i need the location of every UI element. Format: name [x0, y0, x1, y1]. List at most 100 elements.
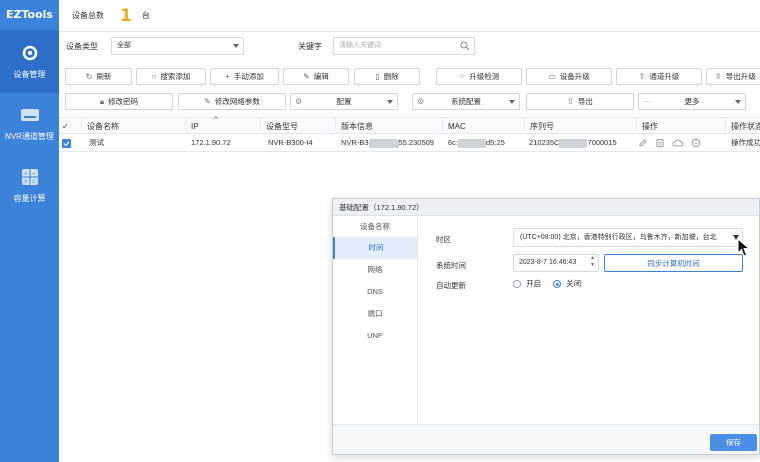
device-upgrade-button[interactable]: ▭ 设备升级 [526, 68, 612, 85]
nav-unp[interactable]: UNP [333, 325, 417, 347]
upgrade-check-icon: ⁘ [458, 72, 466, 81]
pencil-icon: ✎ [303, 72, 310, 81]
trash-icon: ▯ [375, 72, 380, 81]
dialog-footer: 保存 [333, 424, 759, 454]
change-network-button[interactable]: ✎ 修改网络参数 [178, 93, 286, 110]
row-checkbox[interactable] [62, 139, 71, 148]
edit-icon[interactable] [638, 138, 648, 148]
col-operation: 操作 [636, 118, 725, 135]
edit-button[interactable]: ✎ 编辑 [283, 68, 349, 85]
upload-icon: ⇧ [567, 97, 574, 106]
timezone-label: 时区 [436, 235, 451, 244]
col-device-name[interactable]: 设备名称 [81, 118, 185, 135]
sync-computer-time-button[interactable]: 同步计算机时间 [604, 254, 743, 272]
select-all-column[interactable]: ✓ [59, 118, 81, 135]
system-config-dropdown[interactable]: ⚙︎ 系统配置 [412, 93, 520, 110]
ip-cell: 172.1.90.72 [191, 138, 231, 147]
sort-up-icon[interactable]: ^ [214, 115, 218, 124]
device-total-unit: 台 [141, 11, 150, 20]
nvr-icon [20, 105, 40, 125]
redacted-mask [368, 138, 399, 148]
config-dropdown[interactable]: ⚙︎ 配置 [290, 93, 398, 110]
table-header: ✓ 设备名称 IP ^ 设备型号 版本信息 MAC 序列号 操作 操作状态 [59, 115, 760, 135]
delete-button[interactable]: ▯ 删除 [354, 68, 420, 85]
mac-cell: 6c: d5:25 [448, 138, 505, 148]
cloud-icon[interactable] [672, 138, 684, 148]
basic-config-dialog: 基础配置（172.1.90.72） 设备名称 时间 网络 DNS 端口 UNP … [332, 198, 760, 455]
device-type-value: 全部 [117, 42, 131, 49]
timezone-value: (UTC+08:00) 北京，香港特别行政区，乌鲁木齐，新加坡，台北 [520, 234, 717, 241]
keyword-input[interactable]: 请输入关键词 [333, 37, 475, 55]
auto-update-off-radio[interactable]: 关闭 [553, 278, 581, 289]
refresh-icon: ↻ [85, 72, 93, 81]
device-total-count: 1 [120, 5, 132, 26]
col-serial[interactable]: 序列号 [524, 118, 636, 135]
operation-cell [638, 134, 718, 152]
chevron-down-icon [233, 44, 239, 48]
lock-icon: 🔒︎ [99, 96, 105, 106]
svg-text:=: = [32, 179, 36, 185]
svg-text:+: + [24, 171, 28, 177]
device-type-select[interactable]: 全部 [111, 37, 244, 55]
status-cell: 操作成功 [731, 138, 760, 147]
device-type-label: 设备类型 [66, 42, 98, 51]
manual-add-button[interactable]: + 手动添加 [210, 68, 279, 85]
search-add-button[interactable]: ○ 搜索添加 [136, 68, 206, 85]
svg-text:−: − [32, 171, 36, 177]
device-total-label: 设备总数 [72, 11, 104, 20]
model-cell: NVR-B300-I4 [268, 138, 313, 147]
sidebar-item-device-management[interactable]: 设备管理 [0, 30, 59, 93]
document-icon[interactable] [655, 138, 665, 148]
auto-update-on-radio[interactable]: 开启 [513, 278, 541, 289]
search-icon: ○ [151, 72, 157, 81]
nav-time[interactable]: 时间 [333, 237, 417, 259]
redacted-mask [458, 138, 487, 148]
sidebar-item-label: 设备管理 [13, 70, 46, 79]
sidebar-item-nvr-channel[interactable]: NVR通道管理 [0, 93, 59, 154]
more-dropdown[interactable]: ··· 更多 [638, 93, 746, 110]
col-mac[interactable]: MAC [442, 118, 524, 135]
radio-icon [513, 280, 521, 289]
channel-upgrade-button[interactable]: ⇧ 通道升级 [616, 68, 702, 85]
header: 设备总数 1 台 [59, 0, 760, 32]
save-button[interactable]: 保存 [710, 434, 757, 451]
export-button[interactable]: ⇧ 导出 [526, 93, 634, 110]
filter-bar: 设备类型 全部 关键字 请输入关键词 [59, 35, 760, 57]
nav-network[interactable]: 网络 [333, 259, 417, 281]
nav-device-name[interactable]: 设备名称 [333, 216, 417, 237]
plus-icon: + [225, 72, 230, 81]
nav-dns[interactable]: DNS [333, 281, 417, 303]
sidebar-item-capacity[interactable]: + − × = 容量计算 [0, 154, 59, 216]
chevron-down-icon [509, 100, 515, 104]
keyword-placeholder: 请输入关键词 [339, 42, 381, 49]
col-ip[interactable]: IP [185, 118, 260, 135]
app-title: EZTools [6, 8, 53, 21]
upload-icon: ⇪ [715, 72, 722, 81]
minus-circle-icon[interactable] [691, 138, 701, 148]
spinner-icon[interactable]: ▲ ▼ [590, 255, 595, 269]
dialog-nav: 设备名称 时间 网络 DNS 端口 UNP [333, 216, 418, 424]
system-time-input[interactable]: 2023-8-7 16:46:43 ▲ ▼ [513, 254, 599, 272]
search-icon[interactable] [460, 41, 470, 51]
change-password-button[interactable]: 🔒︎ 修改密码 [65, 93, 173, 110]
chevron-down-icon [735, 100, 741, 104]
pencil-icon: ✎ [204, 97, 211, 106]
device-upgrade-icon: ▭ [548, 72, 556, 81]
system-time-value: 2023-8-7 16:46:43 [519, 259, 577, 266]
col-version[interactable]: 版本信息 [335, 118, 442, 135]
export-upgrade-button[interactable]: ⇪ 导出升级 [706, 68, 760, 85]
serial-cell: 210235C 7000015 [529, 138, 617, 148]
col-status[interactable]: 操作状态 [725, 118, 760, 135]
redacted-mask [559, 138, 588, 148]
sidebar-item-label: 容量计算 [13, 193, 46, 203]
upgrade-check-button[interactable]: ⁘ 升级检测 [436, 68, 522, 85]
keyword-label: 关键字 [298, 42, 322, 51]
nav-port[interactable]: 端口 [333, 303, 417, 325]
col-device-model[interactable]: 设备型号 [260, 118, 335, 135]
calculator-icon: + − × = [20, 167, 40, 187]
timezone-select[interactable]: (UTC+08:00) 北京，香港特别行政区，乌鲁木齐，新加坡，台北 [513, 228, 743, 247]
table-row[interactable]: 测试 172.1.90.72 NVR-B300-I4 NVR-B3 55.2305… [59, 134, 760, 152]
refresh-button[interactable]: ↻ 刷新 [65, 68, 132, 85]
device-name-cell: 测试 [89, 138, 104, 147]
gear-icon [20, 43, 40, 63]
